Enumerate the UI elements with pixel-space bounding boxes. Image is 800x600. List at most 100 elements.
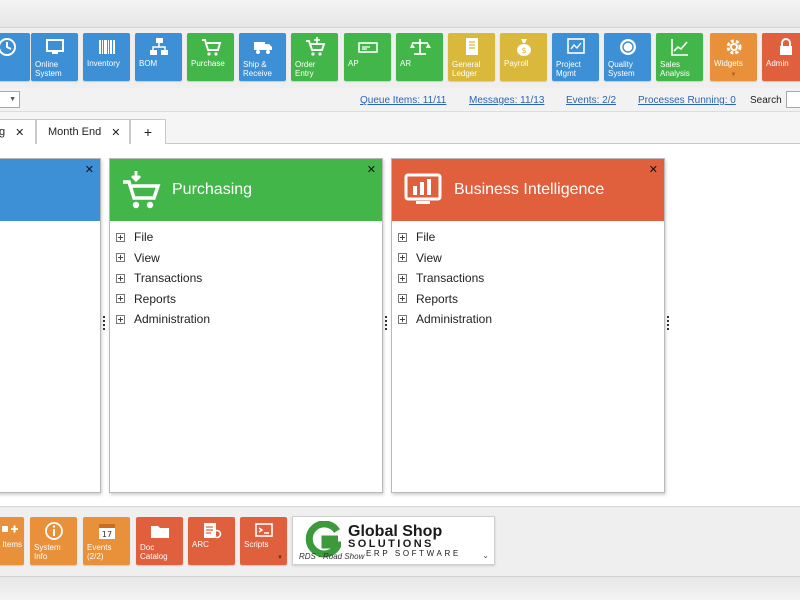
ribbon-tile-ship-receive[interactable]: Ship & Receive bbox=[239, 33, 286, 81]
company-combo[interactable]: ▼ bbox=[0, 91, 20, 108]
clock-icon bbox=[0, 36, 18, 58]
project-board-icon bbox=[565, 36, 587, 58]
expand-icon[interactable] bbox=[398, 232, 407, 242]
tab-month-end[interactable]: Month End ✕ bbox=[36, 119, 130, 144]
panel-menu: File View Transactions Reports Administr… bbox=[116, 227, 210, 330]
company-logo-card[interactable]: Global Shop SOLUTIONS ERP SOFTWARE RDS -… bbox=[292, 516, 495, 565]
dock-tile-doc-catalog[interactable]: Doc Catalog bbox=[136, 517, 183, 565]
expand-icon[interactable] bbox=[116, 232, 125, 242]
menu-item-reports[interactable]: Reports bbox=[398, 289, 492, 310]
window-bottom-strip bbox=[0, 576, 800, 600]
ribbon-tile-inventory[interactable]: Inventory bbox=[83, 33, 130, 81]
dock-tile-items[interactable]: Items bbox=[0, 517, 24, 565]
truck-icon bbox=[252, 36, 274, 58]
cart-plus-icon bbox=[304, 36, 326, 58]
dashboard-monitor-icon bbox=[404, 169, 444, 211]
panel-header: Business Intelligence ✕ bbox=[392, 159, 664, 221]
ribbon-tile-order-entry[interactable]: Order Entry bbox=[291, 33, 338, 81]
environment-caption: RDS - Road Show bbox=[299, 552, 365, 561]
menu-item-administration[interactable]: Administration bbox=[398, 309, 492, 330]
panel-menu: File View Transactions Reports Administr… bbox=[398, 227, 492, 330]
info-icon bbox=[43, 520, 65, 542]
cart-icon bbox=[200, 36, 222, 58]
panel-resize-grip[interactable] bbox=[385, 316, 388, 330]
panel-resize-grip[interactable] bbox=[103, 316, 106, 330]
panel-resize-grip[interactable] bbox=[667, 316, 670, 330]
search-input[interactable] bbox=[786, 91, 800, 108]
dock-tile-system-info[interactable]: System Info bbox=[30, 517, 77, 565]
gear-icon bbox=[723, 36, 745, 58]
window-top-strip bbox=[0, 0, 800, 28]
expand-icon[interactable] bbox=[398, 294, 407, 304]
quality-seal-icon bbox=[617, 36, 639, 58]
menu-item-reports[interactable]: Reports bbox=[116, 289, 210, 310]
expand-icon[interactable] bbox=[398, 253, 407, 263]
chevron-down-icon[interactable]: ⌄ bbox=[482, 551, 489, 560]
ribbon-tile-admin[interactable]: Admin bbox=[762, 33, 800, 81]
script-icon bbox=[253, 520, 275, 542]
folder-icon bbox=[149, 520, 171, 542]
ribbon-tile-sales-analysis[interactable]: Sales Analysis bbox=[656, 33, 703, 81]
monitor-icon bbox=[44, 36, 66, 58]
close-icon[interactable]: ✕ bbox=[367, 163, 376, 176]
close-icon[interactable]: ✕ bbox=[85, 163, 94, 176]
ledger-book-icon bbox=[461, 36, 483, 58]
expand-icon[interactable] bbox=[116, 294, 125, 304]
module-ribbon: Online System Inventory BOM Purchase Shi… bbox=[0, 28, 800, 88]
events-link[interactable]: Events: 2/2 bbox=[566, 95, 616, 106]
ribbon-tile-general-ledger[interactable]: General Ledger bbox=[448, 33, 495, 81]
menu-item-file[interactable]: File bbox=[116, 227, 210, 248]
panel-header: Purchasing ✕ bbox=[110, 159, 382, 221]
close-icon[interactable]: ✕ bbox=[649, 163, 658, 176]
hierarchy-icon bbox=[148, 36, 170, 58]
items-icon bbox=[0, 520, 21, 542]
lock-icon bbox=[775, 36, 797, 58]
messages-link[interactable]: Messages: 11/13 bbox=[469, 95, 544, 106]
chevron-down-icon: ▼ bbox=[277, 555, 283, 561]
queue-items-link[interactable]: Queue Items: 11/11 bbox=[360, 95, 446, 106]
expand-icon[interactable] bbox=[398, 273, 407, 283]
tab-label: g bbox=[0, 126, 6, 138]
dock-tile-events[interactable]: 17 Events (2/2) bbox=[83, 517, 130, 565]
ribbon-tile-widgets[interactable]: Widgets ▼ bbox=[710, 33, 757, 81]
panel-business-intelligence: Business Intelligence ✕ File View Transa… bbox=[391, 158, 665, 493]
bottom-dock: Items System Info 17 Events (2/2) Doc Ca… bbox=[0, 506, 800, 576]
ribbon-tile-ar[interactable]: AR bbox=[396, 33, 443, 81]
dock-tile-scripts[interactable]: Scripts ▼ bbox=[240, 517, 287, 565]
ribbon-tile-project-mgmt[interactable]: Project Mgmt bbox=[552, 33, 599, 81]
expand-icon[interactable] bbox=[116, 314, 125, 324]
ribbon-tile-clock[interactable] bbox=[0, 33, 30, 81]
menu-item-view[interactable]: View bbox=[116, 248, 210, 269]
calendar-icon: 17 bbox=[96, 520, 118, 542]
ribbon-tile-purchase[interactable]: Purchase bbox=[187, 33, 234, 81]
chevron-down-icon: ▼ bbox=[9, 96, 16, 103]
barcode-icon bbox=[96, 36, 118, 58]
menu-item-file[interactable]: File bbox=[398, 227, 492, 248]
ribbon-tile-online-system[interactable]: Online System bbox=[31, 33, 78, 81]
status-toolbar: ▼ Queue Items: 11/11 Messages: 11/13 Eve… bbox=[0, 88, 800, 112]
expand-icon[interactable] bbox=[116, 273, 125, 283]
check-payment-icon bbox=[357, 36, 379, 58]
close-icon[interactable]: ✕ bbox=[111, 126, 120, 139]
close-icon[interactable]: ✕ bbox=[15, 126, 24, 139]
menu-item-transactions[interactable]: Transactions bbox=[116, 268, 210, 289]
workspace-tabbar: g ✕ Month End ✕ + bbox=[0, 112, 800, 144]
menu-item-view[interactable]: View bbox=[398, 248, 492, 269]
ribbon-tile-quality-system[interactable]: Quality System bbox=[604, 33, 651, 81]
dock-tile-arc[interactable]: ARC bbox=[188, 517, 235, 565]
ribbon-tile-ap[interactable]: AP bbox=[344, 33, 391, 81]
svg-text:$: $ bbox=[521, 46, 526, 55]
expand-icon[interactable] bbox=[116, 253, 125, 263]
tab-truncated[interactable]: g ✕ bbox=[0, 119, 36, 144]
panel-header: ✕ bbox=[0, 159, 100, 221]
menu-item-administration[interactable]: Administration bbox=[116, 309, 210, 330]
report-icon bbox=[201, 520, 223, 542]
panel-title: Business Intelligence bbox=[454, 181, 605, 198]
expand-icon[interactable] bbox=[398, 314, 407, 324]
ribbon-tile-bom[interactable]: BOM bbox=[135, 33, 182, 81]
svg-text:17: 17 bbox=[101, 530, 111, 539]
ribbon-tile-payroll[interactable]: $ Payroll bbox=[500, 33, 547, 81]
add-tab-button[interactable]: + bbox=[130, 119, 166, 144]
menu-item-transactions[interactable]: Transactions bbox=[398, 268, 492, 289]
processes-running-link[interactable]: Processes Running: 0 bbox=[638, 95, 736, 106]
